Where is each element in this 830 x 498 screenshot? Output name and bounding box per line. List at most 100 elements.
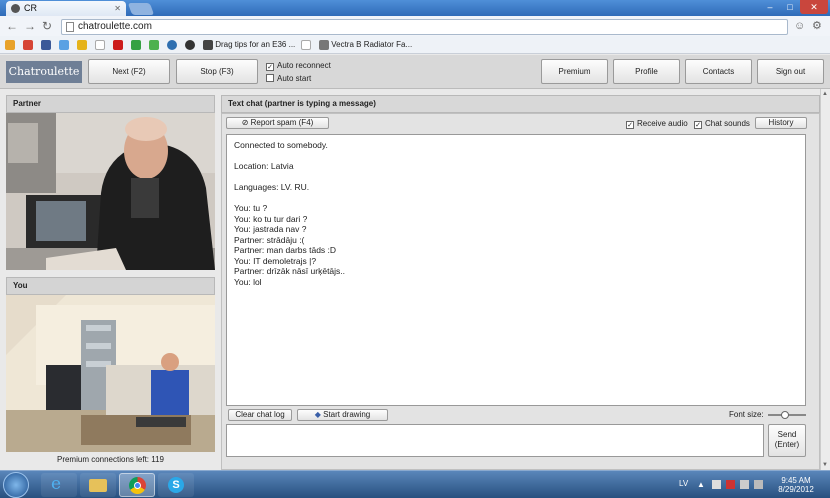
maximize-icon[interactable]: □ — [780, 0, 800, 14]
chat-panel-title: Text chat (partner is typing a message) — [221, 95, 820, 113]
browser-titlebar: CR ✕ – □ ✕ — [0, 0, 830, 16]
language-indicator[interactable]: LV — [679, 479, 688, 488]
start-button-icon[interactable] — [3, 472, 29, 498]
url-text: chatroulette.com — [78, 21, 152, 32]
chatroulette-header: Chatroulette Next (F2) Stop (F3) ✓ Auto r… — [0, 55, 830, 89]
chat-line: Partner: strādāju :( — [234, 234, 305, 245]
auto-start-checkbox[interactable]: Auto start — [266, 74, 311, 84]
partner-video — [6, 113, 215, 270]
chat-sounds-label: Chat sounds — [705, 119, 750, 128]
start-drawing-button[interactable]: ◆ Start drawing — [297, 409, 388, 421]
history-button[interactable]: History — [755, 117, 807, 129]
chatroulette-logo[interactable]: Chatroulette — [6, 61, 82, 83]
skype-icon[interactable]: S — [158, 473, 194, 497]
self-video — [6, 295, 215, 452]
close-window-icon[interactable]: ✕ — [800, 0, 828, 14]
bookmark-label: Vectra B Radiator Fa... — [331, 40, 413, 49]
slider-handle[interactable] — [781, 411, 789, 419]
sign-out-button[interactable]: Sign out — [757, 59, 824, 84]
gmail-icon[interactable] — [23, 39, 33, 50]
volume-icon[interactable] — [754, 480, 763, 489]
contacts-button[interactable]: Contacts — [685, 59, 752, 84]
browser-tab[interactable]: CR ✕ — [6, 1, 126, 16]
chrome-icon[interactable] — [119, 473, 155, 497]
chat-line: You: ko tu tur dari ? — [234, 213, 308, 224]
chat-sounds-checkbox[interactable]: ✓ Chat sounds — [694, 119, 750, 129]
network-icon[interactable] — [740, 480, 749, 489]
chat-line: You: tu ? — [234, 203, 268, 213]
bookmark-drag-tips[interactable]: Drag tips for an E36 ... — [203, 39, 295, 51]
chat-line — [234, 151, 798, 162]
bookmark-icon[interactable] — [77, 39, 87, 50]
send-label: Send — [777, 430, 797, 439]
stop-button[interactable]: Stop (F3) — [176, 59, 258, 84]
minimize-icon[interactable]: – — [760, 0, 780, 14]
auto-start-label: Auto start — [277, 74, 312, 83]
windows-taskbar: e S LV ▲ 9:45 AM 8/29/2012 — [0, 470, 830, 498]
checkbox-unchecked-icon — [266, 74, 274, 82]
receive-audio-checkbox[interactable]: ✓ Receive audio — [626, 119, 688, 129]
bookmark-vectra[interactable]: Vectra B Radiator Fa... — [319, 39, 412, 51]
chat-line: Connected to somebody. — [234, 140, 328, 150]
clock[interactable]: 9:45 AM 8/29/2012 — [770, 476, 822, 494]
no-entry-icon: ⊘ — [241, 118, 251, 127]
chat-line — [234, 193, 798, 204]
bookmarks-bar: Drag tips for an E36 ... Vectra B Radiat… — [0, 36, 830, 54]
scroll-up-icon[interactable]: ▲ — [822, 91, 828, 97]
twitter-icon[interactable] — [59, 39, 69, 50]
chat-line: Partner: man darbs tāds :D — [234, 245, 337, 255]
checkbox-checked-icon: ✓ — [626, 121, 634, 129]
bookmark-icon[interactable] — [149, 39, 159, 50]
chat-log[interactable]: Connected to somebody. Location: Latvia … — [226, 134, 806, 406]
new-tab-button[interactable] — [127, 3, 155, 15]
chatroulette-favicon-icon — [11, 4, 20, 13]
receive-audio-label: Receive audio — [637, 119, 688, 128]
scroll-down-icon[interactable]: ▼ — [822, 462, 828, 468]
wrench-icon[interactable]: ⚙ — [812, 19, 822, 33]
next-button[interactable]: Next (F2) — [88, 59, 170, 84]
bookmark-icon[interactable] — [185, 39, 195, 50]
tray-expand-icon[interactable]: ▲ — [697, 480, 705, 489]
address-bar[interactable]: chatroulette.com ☆ — [61, 19, 788, 35]
reload-icon[interactable]: ↻ — [42, 19, 52, 33]
forward-icon[interactable]: → — [24, 19, 36, 33]
youtube-icon[interactable] — [113, 39, 123, 50]
chat-line: You: jastrada nav ? — [234, 224, 307, 234]
profile-button[interactable]: Profile — [613, 59, 680, 84]
partner-panel-title: Partner — [6, 95, 215, 113]
facebook-icon[interactable] — [41, 39, 51, 50]
auto-reconnect-checkbox[interactable]: ✓ Auto reconnect — [266, 61, 331, 71]
action-center-icon[interactable] — [712, 480, 721, 489]
chat-message-input[interactable] — [226, 424, 764, 457]
clear-chat-log-button[interactable]: Clear chat log — [228, 409, 292, 421]
send-hint: (Enter) — [774, 440, 800, 449]
tray-app-icon[interactable] — [726, 480, 735, 489]
page-icon — [66, 22, 74, 32]
close-tab-icon[interactable]: ✕ — [114, 1, 121, 16]
report-spam-button[interactable]: ⊘ Report spam (F4) — [226, 117, 329, 129]
chat-line: You: lol — [234, 276, 262, 287]
page-scrollbar[interactable]: ▲ ▼ — [820, 89, 830, 470]
you-panel-title: You — [6, 277, 215, 295]
internet-explorer-icon[interactable]: e — [41, 473, 77, 497]
premium-button[interactable]: Premium — [541, 59, 608, 84]
clock-date: 8/29/2012 — [778, 485, 814, 494]
chat-line: You: IT demoletrajs |? — [234, 255, 317, 266]
chat-line: Partner: drīzāk nāsī urķētājs.. — [234, 266, 346, 276]
apps-icon[interactable] — [5, 39, 15, 50]
clock-time: 9:45 AM — [781, 476, 811, 485]
page-menu-icon[interactable]: ☺ — [794, 19, 805, 33]
folder-icon[interactable] — [80, 473, 116, 497]
chat-line: Location: Latvia — [234, 161, 294, 171]
ebay-icon[interactable] — [95, 39, 105, 50]
chat-line: Languages: LV. RU. — [234, 182, 310, 192]
back-icon[interactable]: ← — [6, 19, 18, 33]
send-button[interactable]: Send (Enter) — [768, 424, 806, 457]
font-size-label: Font size: — [729, 410, 764, 419]
page-icon[interactable] — [301, 39, 311, 50]
report-spam-label: Report spam (F4) — [250, 118, 314, 127]
partner-video-image — [6, 113, 215, 270]
font-size-slider[interactable] — [768, 411, 806, 419]
bookmark-icon[interactable] — [167, 39, 177, 50]
bookmark-icon[interactable] — [131, 39, 141, 50]
